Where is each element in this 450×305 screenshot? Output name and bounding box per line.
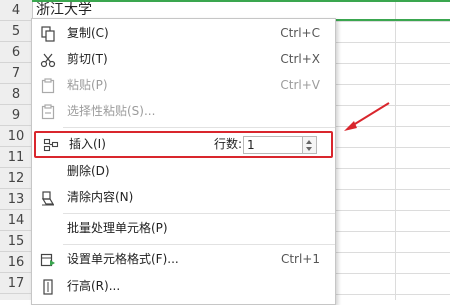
stepper-down-icon[interactable] xyxy=(306,147,312,151)
row-height-icon xyxy=(40,279,56,295)
menu-item-row-height[interactable]: 行高(R)... xyxy=(32,274,335,299)
menu-item-label: 复制(C) xyxy=(67,26,109,40)
copy-icon xyxy=(40,26,56,42)
menu-item-label: 删除(D) xyxy=(67,164,110,178)
row-number[interactable]: 6 xyxy=(0,42,32,63)
row-number[interactable]: 7 xyxy=(0,63,32,84)
row-number[interactable]: 17 xyxy=(0,273,32,294)
scissors-icon xyxy=(40,52,56,68)
menu-item-paste[interactable]: 粘贴(P) Ctrl+V xyxy=(32,73,335,98)
menu-item-batch-process[interactable]: 批量处理单元格(P) xyxy=(32,216,335,241)
menu-item-delete[interactable]: 删除(D) xyxy=(32,159,335,184)
menu-item-shortcut: Ctrl+1 xyxy=(280,252,320,266)
rows-count-stepper[interactable] xyxy=(303,136,317,154)
stepper-up-icon[interactable] xyxy=(306,140,312,144)
row-number[interactable]: 4 xyxy=(0,0,32,21)
paste-icon xyxy=(40,78,56,94)
menu-item-shortcut: Ctrl+V xyxy=(280,78,320,92)
menu-item-paste-special[interactable]: 选择性粘贴(S)... xyxy=(32,99,335,124)
row-number[interactable]: 12 xyxy=(0,168,32,189)
menu-item-label: 行高(R)... xyxy=(67,279,121,293)
eraser-icon xyxy=(40,190,56,206)
format-cells-icon xyxy=(40,252,56,268)
menu-item-shortcut: Ctrl+X xyxy=(280,52,320,66)
menu-item-label: 剪切(T) xyxy=(67,52,108,66)
menu-item-shortcut: Ctrl+C xyxy=(280,26,320,40)
grid-line xyxy=(395,0,396,300)
cell-a4[interactable]: 浙江大学 xyxy=(36,1,92,19)
menu-item-copy[interactable]: 复制(C) Ctrl+C xyxy=(32,21,335,46)
menu-separator xyxy=(63,213,335,214)
row-number[interactable]: 5 xyxy=(0,21,32,42)
row-number[interactable]: 14 xyxy=(0,210,32,231)
menu-item-format-cells[interactable]: 设置单元格格式(F)... Ctrl+1 xyxy=(32,247,335,272)
menu-item-label: 设置单元格格式(F)... xyxy=(67,252,179,266)
menu-item-clear-contents[interactable]: 清除内容(N) xyxy=(32,185,335,210)
context-menu: 复制(C) Ctrl+C 剪切(T) Ctrl+X 粘贴(P) Ctrl+V 选… xyxy=(31,18,336,305)
rows-count-input[interactable]: 1 xyxy=(243,136,303,154)
menu-item-label: 插入(I) xyxy=(69,137,106,151)
menu-item-label: 选择性粘贴(S)... xyxy=(67,104,156,118)
menu-item-cut[interactable]: 剪切(T) Ctrl+X xyxy=(32,47,335,72)
row-number[interactable]: 13 xyxy=(0,189,32,210)
insert-icon xyxy=(43,137,59,153)
menu-item-insert[interactable]: 插入(I) 行数: 1 xyxy=(34,131,333,158)
paste-special-icon xyxy=(40,104,56,120)
row-number[interactable]: 16 xyxy=(0,252,32,273)
menu-item-label: 粘贴(P) xyxy=(67,78,108,92)
row-number[interactable]: 10 xyxy=(0,126,32,147)
menu-item-label: 批量处理单元格(P) xyxy=(67,221,168,235)
menu-separator xyxy=(63,127,335,128)
row-number[interactable]: 11 xyxy=(0,147,32,168)
row-number[interactable]: 8 xyxy=(0,84,32,105)
row-number[interactable]: 9 xyxy=(0,105,32,126)
rows-count-label: 行数: xyxy=(214,137,243,151)
menu-item-label: 清除内容(N) xyxy=(67,190,134,204)
menu-separator xyxy=(63,244,335,245)
row-number[interactable]: 15 xyxy=(0,231,32,252)
